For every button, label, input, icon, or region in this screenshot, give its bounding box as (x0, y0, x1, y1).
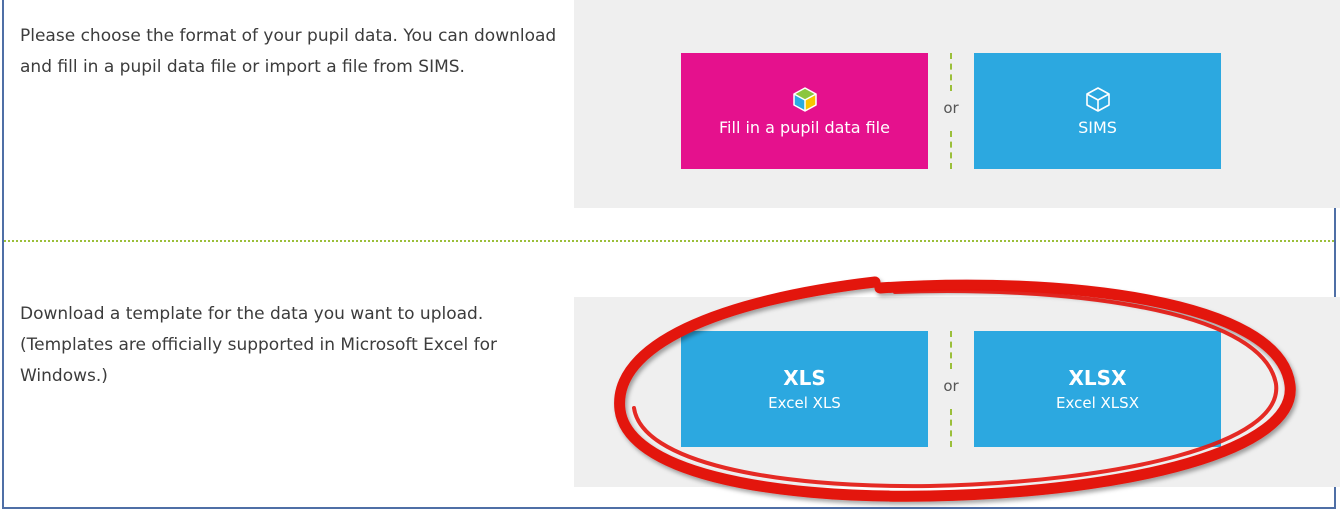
sims-button[interactable]: SIMS (974, 53, 1221, 169)
xls-subtitle: Excel XLS (768, 394, 841, 412)
divider-line (950, 53, 952, 91)
fill-in-data-file-button[interactable]: Fill in a pupil data file (681, 53, 928, 169)
xls-title: XLS (783, 366, 826, 390)
or-label: or (943, 377, 959, 395)
divider-line (950, 131, 952, 169)
colored-cube-icon (792, 86, 817, 112)
divider-line (950, 409, 952, 447)
template-instructions: Download a template for the data you wan… (20, 304, 497, 386)
section-separator (4, 240, 1334, 242)
or-divider: or (936, 53, 966, 169)
fill-in-data-file-label: Fill in a pupil data file (719, 117, 890, 137)
format-instructions: Please choose the format of your pupil d… (20, 26, 557, 77)
xlsx-title: XLSX (1068, 366, 1127, 390)
xls-download-button[interactable]: XLS Excel XLS (681, 331, 928, 447)
xlsx-download-button[interactable]: XLSX Excel XLSX (974, 331, 1221, 447)
or-label: or (943, 99, 959, 117)
or-divider: or (936, 331, 966, 447)
sims-label: SIMS (1078, 117, 1117, 137)
xlsx-subtitle: Excel XLSX (1056, 394, 1139, 412)
divider-line (950, 331, 952, 369)
cube-outline-icon (1085, 86, 1110, 112)
